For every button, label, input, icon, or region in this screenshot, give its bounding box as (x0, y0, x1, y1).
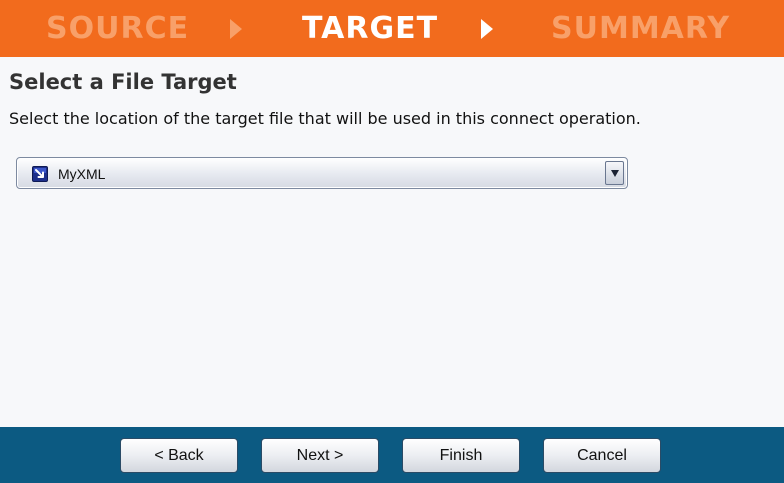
file-target-select[interactable]: MyXML (16, 157, 628, 189)
page-description: Select the location of the target file t… (9, 109, 641, 128)
step-summary: SUMMARY (551, 11, 731, 46)
xml-target-icon (32, 166, 48, 182)
wizard-footer: < Back Next > Finish Cancel (0, 427, 784, 483)
chevron-down-icon (611, 170, 619, 177)
wizard-window: SOURCE TARGET SUMMARY Select a File Targ… (0, 0, 784, 483)
wizard-steps-bar: SOURCE TARGET SUMMARY (0, 0, 784, 57)
cancel-button[interactable]: Cancel (543, 438, 661, 473)
step-arrow-icon (481, 19, 493, 39)
step-target: TARGET (302, 11, 439, 46)
back-button[interactable]: < Back (120, 438, 238, 473)
page-title: Select a File Target (9, 70, 237, 94)
next-button[interactable]: Next > (261, 438, 379, 473)
step-source: SOURCE (46, 11, 190, 46)
dropdown-button[interactable] (605, 161, 624, 185)
step-arrow-icon (230, 19, 242, 39)
file-target-select-value: MyXML (58, 166, 106, 182)
wizard-content: Select a File Target Select the location… (0, 57, 784, 427)
finish-button[interactable]: Finish (402, 438, 520, 473)
